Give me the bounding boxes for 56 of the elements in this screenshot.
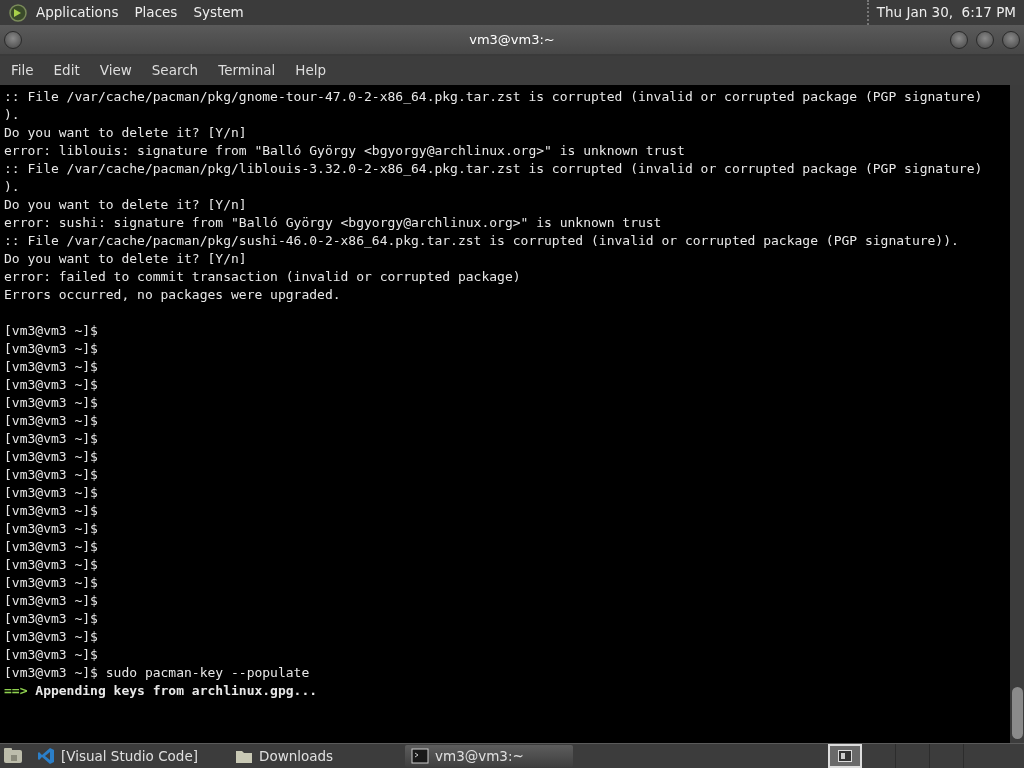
terminal-line: [vm3@vm3 ~]$ — [4, 376, 98, 392]
taskbar-button[interactable]: [Visual Studio Code] — [31, 744, 221, 767]
logo-icon[interactable] — [8, 2, 28, 23]
maximize-button[interactable] — [976, 31, 994, 49]
terminal-line: Do you want to delete it? [Y/n] — [4, 250, 247, 266]
menu-item[interactable]: Search — [141, 55, 209, 85]
terminal-line: :: File /var/cache/pacman/pkg/gnome-tour-47.0-2-x86_64.pkg.tar.zst is corrupted (invalid or corrupted package (PGP signature) — [4, 88, 983, 104]
terminal-line: [vm3@vm3 ~]$ — [4, 574, 98, 590]
taskbar-button[interactable]: Downloads — [229, 744, 397, 767]
taskbar-button[interactable]: vm3@vm3:~ — [405, 744, 573, 767]
terminal-line: :: File /var/cache/pacman/pkg/sushi-46.0-2-x86_64.pkg.tar.zst is corrupted (invalid or corrupted package (PGP signature)). — [4, 232, 959, 248]
terminal-line: [vm3@vm3 ~]$ — [4, 484, 98, 500]
terminal-line: [vm3@vm3 ~]$ — [4, 538, 98, 554]
terminal-line: [vm3@vm3 ~]$ — [4, 322, 98, 338]
terminal-line: error: failed to commit transaction (invalid or corrupted package) — [4, 268, 521, 284]
terminal-line: error: liblouis: signature from "Balló György <bgyorgy@archlinux.org>" is unknown trust — [4, 142, 685, 158]
terminal-line: Errors occurred, no packages were upgraded. — [4, 286, 341, 302]
terminal-line: :: File /var/cache/pacman/pkg/liblouis-3.32.0-2-x86_64.pkg.tar.zst is corrupted (invalid or corrupted package (PGP signature) — [4, 160, 983, 176]
minimize-button[interactable] — [950, 31, 968, 49]
terminal-icon — [411, 746, 429, 765]
code-editor-icon — [37, 746, 55, 765]
terminal-line: Appending keys from archlinux.gpg... — [35, 682, 318, 698]
panel-menu[interactable]: Applications — [28, 0, 127, 25]
panel-menu[interactable]: Places — [126, 0, 186, 25]
terminal-line: [vm3@vm3 ~]$ sudo pacman-key --populate — [4, 664, 310, 680]
panel-menu[interactable]: System — [185, 0, 252, 25]
menu-item[interactable]: Edit — [43, 55, 90, 85]
terminal-line: [vm3@vm3 ~]$ — [4, 520, 98, 536]
window-title: vm3@vm3:~ — [469, 30, 555, 49]
window-thumbnail-icon — [838, 749, 852, 762]
desktop-icon[interactable] — [3, 746, 23, 765]
terminal-line: ). — [4, 106, 20, 122]
menu-item[interactable]: Help — [285, 55, 337, 85]
terminal-line: [vm3@vm3 ~]$ — [4, 394, 98, 410]
terminal-line: [vm3@vm3 ~]$ — [4, 646, 98, 662]
menu-item[interactable]: View — [89, 55, 142, 85]
terminal-line: [vm3@vm3 ~]$ — [4, 610, 98, 626]
terminal-line: [vm3@vm3 ~]$ — [4, 556, 98, 572]
terminal-line: [vm3@vm3 ~]$ — [4, 628, 98, 644]
terminal-line: [vm3@vm3 ~]$ — [4, 412, 98, 428]
terminal-line: [vm3@vm3 ~]$ — [4, 340, 98, 356]
terminal-line: error: sushi: signature from "Balló György <bgyorgy@archlinux.org>" is unknown trust — [4, 214, 662, 230]
terminal-line: [vm3@vm3 ~]$ — [4, 466, 98, 482]
menu-item[interactable]: File — [1, 55, 44, 85]
terminal-line: [vm3@vm3 ~]$ — [4, 430, 98, 446]
window-menu-button[interactable] — [4, 31, 22, 49]
terminal-line: ). — [4, 178, 20, 194]
terminal-line: [vm3@vm3 ~]$ — [4, 592, 98, 608]
prompt-arrow: ==> — [4, 682, 28, 698]
terminal-line: [vm3@vm3 ~]$ — [4, 448, 98, 464]
menu-item[interactable]: Terminal — [208, 55, 286, 85]
terminal-line: [vm3@vm3 ~]$ — [4, 358, 98, 374]
close-button[interactable] — [1002, 31, 1020, 49]
terminal-line: [vm3@vm3 ~]$ — [4, 502, 98, 518]
terminal-line: Do you want to delete it? [Y/n] — [4, 196, 247, 212]
terminal-line: Do you want to delete it? [Y/n] — [4, 124, 247, 140]
